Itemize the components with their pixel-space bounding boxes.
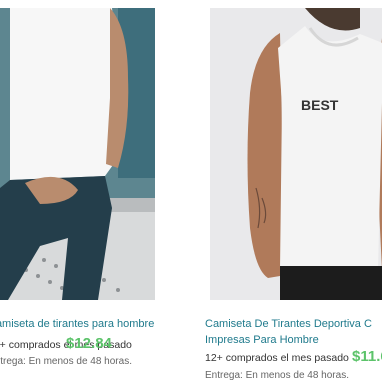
product-image[interactable]: BEST <box>210 8 382 300</box>
product-price: $11.6 <box>352 348 382 365</box>
delivery-info: Entrega: En menos de 48 horas. <box>0 356 132 367</box>
purchase-count: 12+ comprados el mes pasado <box>205 352 349 364</box>
product-title[interactable]: Camiseta de tirantes para hombre <box>0 316 154 332</box>
product-image[interactable] <box>0 8 155 300</box>
product-title[interactable]: Camiseta De Tirantes Deportiva C Impresa… <box>205 316 372 348</box>
product-price: $12.84 <box>66 335 112 352</box>
shirt-print-text: BEST <box>301 97 339 113</box>
product-title-line-1: Camiseta De Tirantes Deportiva C <box>205 318 372 330</box>
product-title-line-2: Impresas Para Hombre <box>205 334 319 346</box>
delivery-info: Entrega: En menos de 48 horas. <box>205 370 349 381</box>
